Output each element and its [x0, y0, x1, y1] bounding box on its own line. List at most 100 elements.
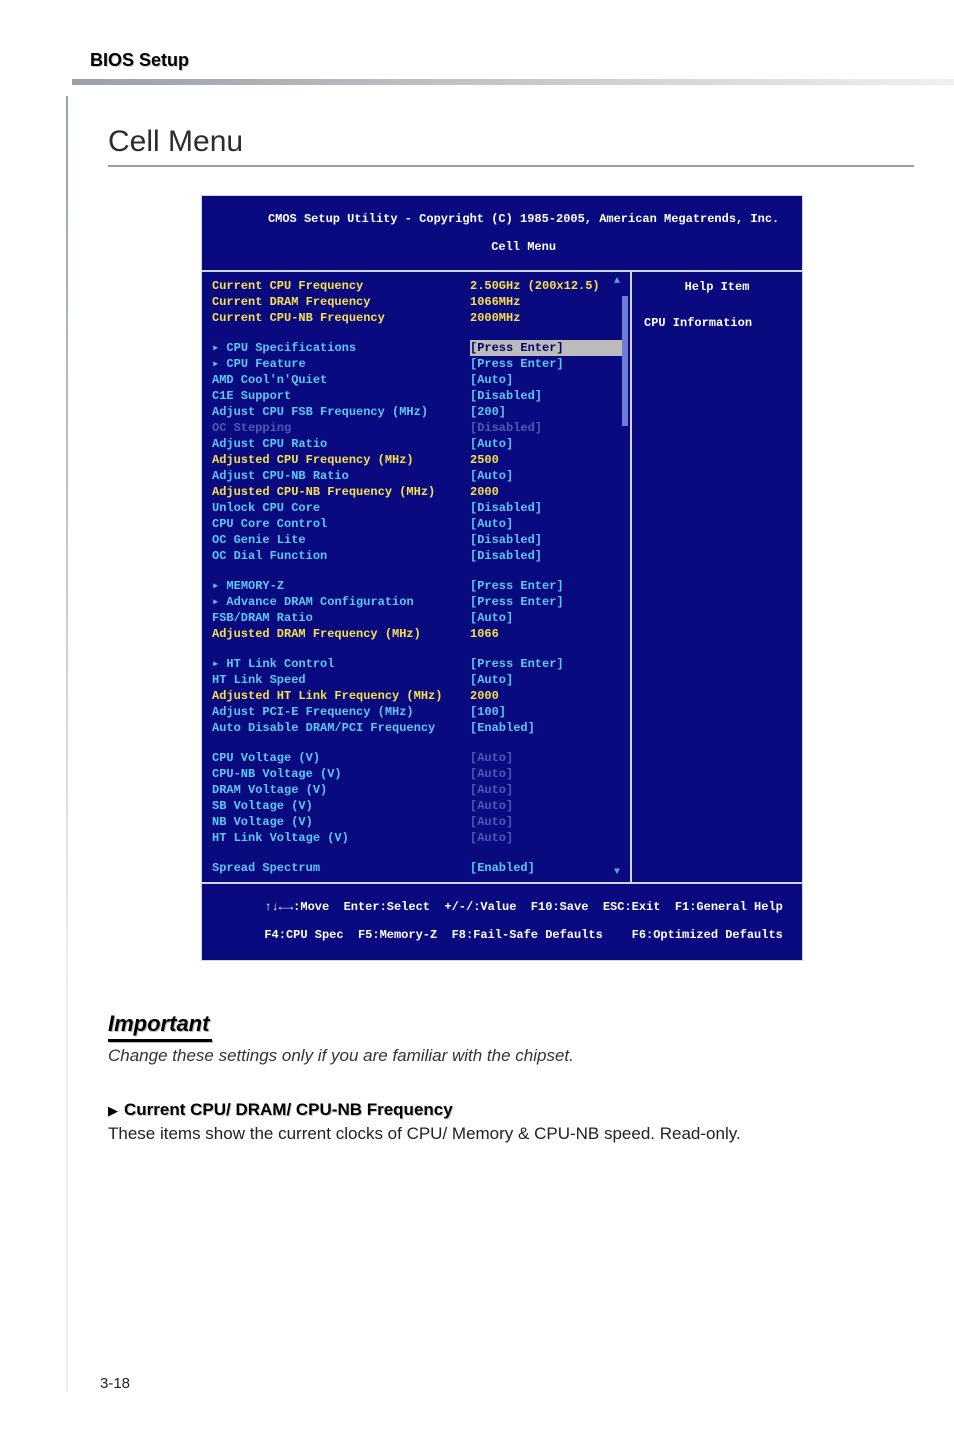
bios-setting-value: [Press Enter]	[470, 340, 622, 356]
bios-scrollbar	[622, 278, 628, 876]
bios-footer-hints: ↑↓←→:Move Enter:Select +/-/:Value F10:Sa…	[202, 882, 802, 960]
bios-setting-value: [Auto]	[470, 468, 622, 484]
bios-setting-row: CPU-NB Voltage (V)[Auto]	[212, 766, 622, 782]
bios-setting-row: Auto Disable DRAM/PCI Frequency[Enabled]	[212, 720, 622, 736]
bios-setting-value: 2000	[470, 688, 622, 704]
bios-setting-value: [Auto]	[470, 782, 622, 798]
bios-setting-row: OC Dial Function[Disabled]	[212, 548, 622, 564]
bios-setting-label: OC Dial Function	[212, 548, 470, 564]
bios-setting-value: [Auto]	[470, 814, 622, 830]
page-section-header: BIOS Setup	[90, 50, 914, 71]
bios-setting-label: HT Link Voltage (V)	[212, 830, 470, 846]
bios-setting-label: ▸ HT Link Control	[212, 656, 470, 672]
bios-setting-label: ▸ Advance DRAM Configuration	[212, 594, 470, 610]
bios-setting-value: 2500	[470, 452, 622, 468]
bios-setting-row: OC Stepping[Disabled]	[212, 420, 622, 436]
important-underline	[108, 1039, 212, 1042]
bios-setting-value: [Auto]	[470, 766, 622, 782]
bios-footer-line2: F4:CPU Spec F5:Memory-Z F8:Fail-Safe Def…	[264, 928, 782, 942]
bios-setting-row: HT Link Speed[Auto]	[212, 672, 622, 688]
important-heading: Important	[108, 1011, 209, 1037]
bios-setting-value: [Disabled]	[470, 388, 622, 404]
bios-setting-row: Unlock CPU Core[Disabled]	[212, 500, 622, 516]
bios-setting-row: Adjust PCI-E Frequency (MHz)[100]	[212, 704, 622, 720]
bios-setting-value: [Press Enter]	[470, 578, 622, 594]
bios-setting-value: [Press Enter]	[470, 356, 622, 372]
bios-setting-label: C1E Support	[212, 388, 470, 404]
bios-setting-label: Current DRAM Frequency	[212, 294, 470, 310]
bios-setting-label: Current CPU-NB Frequency	[212, 310, 470, 326]
bios-help-header: Help Item	[640, 280, 794, 294]
bios-setting-row: C1E Support[Disabled]	[212, 388, 622, 404]
bios-setting-value: [Disabled]	[470, 500, 622, 516]
left-margin-rule	[66, 96, 68, 1392]
bios-setting-value: [200]	[470, 404, 622, 420]
bios-screenshot: CMOS Setup Utility - Copyright (C) 1985-…	[201, 195, 803, 961]
bios-setting-value: 1066	[470, 626, 622, 642]
bios-setting-row: ▸ MEMORY-Z[Press Enter]	[212, 578, 622, 594]
bios-setting-row: Adjusted CPU Frequency (MHz)2500	[212, 452, 622, 468]
bios-setting-value: [Disabled]	[470, 548, 622, 564]
bios-setting-value: [Press Enter]	[470, 594, 622, 610]
bios-setting-label: SB Voltage (V)	[212, 798, 470, 814]
bios-setting-label: Adjusted HT Link Frequency (MHz)	[212, 688, 470, 704]
setting-item-title: Current CPU/ DRAM/ CPU-NB Frequency	[124, 1100, 453, 1119]
bullet-arrow-icon: ▶	[108, 1103, 118, 1119]
bios-setting-value: [Disabled]	[470, 532, 622, 548]
bios-title-line2: Cell Menu	[491, 240, 556, 254]
bios-setting-value: [100]	[470, 704, 622, 720]
bios-setting-value: [Auto]	[470, 372, 622, 388]
bios-setting-row: DRAM Voltage (V)[Auto]	[212, 782, 622, 798]
bios-setting-label: HT Link Speed	[212, 672, 470, 688]
bios-setting-label: Spread Spectrum	[212, 860, 470, 876]
bios-setting-label: OC Stepping	[212, 420, 470, 436]
bios-setting-row: Current CPU Frequency2.50GHz (200x12.5)	[212, 278, 622, 294]
bios-setting-row: FSB/DRAM Ratio[Auto]	[212, 610, 622, 626]
page-title: Cell Menu	[108, 125, 914, 159]
bios-setting-label: Unlock CPU Core	[212, 500, 470, 516]
bios-titlebar: CMOS Setup Utility - Copyright (C) 1985-…	[202, 196, 802, 272]
bios-setting-value: [Auto]	[470, 610, 622, 626]
bios-setting-row: Adjust CPU Ratio[Auto]	[212, 436, 622, 452]
important-note: Change these settings only if you are fa…	[108, 1046, 914, 1066]
bios-setting-label: Adjust CPU FSB Frequency (MHz)	[212, 404, 470, 420]
bios-setting-value: 2000MHz	[470, 310, 622, 326]
bios-setting-row: ▸ HT Link Control[Press Enter]	[212, 656, 622, 672]
page-number: 3-18	[100, 1375, 130, 1392]
bios-setting-row: Adjusted HT Link Frequency (MHz)2000	[212, 688, 622, 704]
bios-setting-value: [Auto]	[470, 798, 622, 814]
bios-setting-row: NB Voltage (V)[Auto]	[212, 814, 622, 830]
page-title-underline	[108, 165, 914, 167]
bios-setting-value: [Press Enter]	[470, 656, 622, 672]
bios-setting-label: ▸ CPU Specifications	[212, 340, 470, 356]
bios-footer-line1: ↑↓←→:Move Enter:Select +/-/:Value F10:Sa…	[264, 900, 782, 914]
bios-setting-value: [Auto]	[470, 672, 622, 688]
scroll-down-icon: ▼	[614, 867, 620, 878]
bios-setting-value: 2000	[470, 484, 622, 500]
bios-setting-label: NB Voltage (V)	[212, 814, 470, 830]
bios-setting-value: [Disabled]	[470, 420, 622, 436]
bios-setting-label: CPU-NB Voltage (V)	[212, 766, 470, 782]
bios-setting-label: FSB/DRAM Ratio	[212, 610, 470, 626]
bios-setting-row: CPU Voltage (V)[Auto]	[212, 750, 622, 766]
bios-setting-row: AMD Cool'n'Quiet[Auto]	[212, 372, 622, 388]
bios-setting-label: CPU Voltage (V)	[212, 750, 470, 766]
setting-item-body: These items show the current clocks of C…	[108, 1124, 914, 1144]
bios-setting-value: [Enabled]	[470, 720, 622, 736]
bios-setting-row: Current DRAM Frequency1066MHz	[212, 294, 622, 310]
bios-settings-panel: Current CPU Frequency2.50GHz (200x12.5)C…	[202, 272, 630, 882]
bios-setting-row: Adjusted CPU-NB Frequency (MHz)2000	[212, 484, 622, 500]
bios-setting-label: AMD Cool'n'Quiet	[212, 372, 470, 388]
bios-help-body: CPU Information	[640, 316, 794, 330]
header-rule	[72, 79, 954, 85]
bios-setting-label: Adjusted CPU-NB Frequency (MHz)	[212, 484, 470, 500]
bios-setting-label: ▸ MEMORY-Z	[212, 578, 470, 594]
bios-setting-value: [Enabled]	[470, 860, 622, 876]
bios-setting-row: HT Link Voltage (V)[Auto]	[212, 830, 622, 846]
bios-setting-label: Current CPU Frequency	[212, 278, 470, 294]
bios-setting-row: OC Genie Lite[Disabled]	[212, 532, 622, 548]
scroll-up-icon: ▲	[614, 276, 620, 287]
bios-setting-row: CPU Core Control[Auto]	[212, 516, 622, 532]
bios-setting-value: [Auto]	[470, 436, 622, 452]
bios-setting-value: [Auto]	[470, 516, 622, 532]
